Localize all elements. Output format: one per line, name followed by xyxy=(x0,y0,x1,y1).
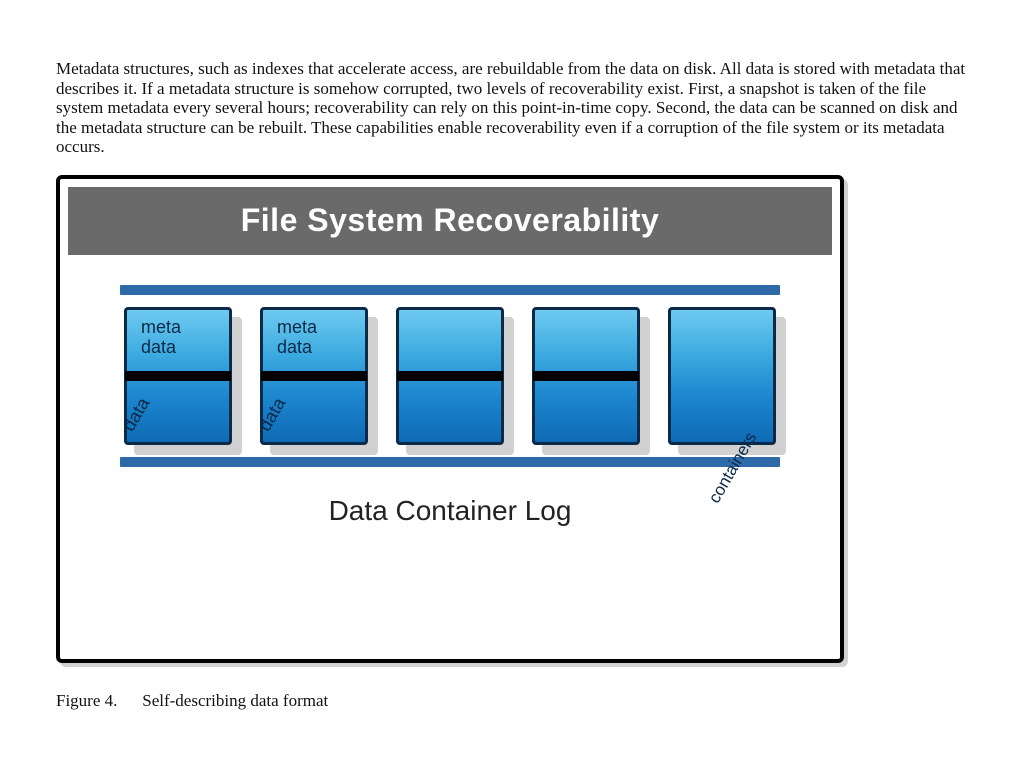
figure-wrapper: File System Recoverability metadatadatam… xyxy=(56,175,968,711)
figure-titlebar: File System Recoverability xyxy=(68,187,832,255)
container-box: containers xyxy=(668,307,776,445)
box-body xyxy=(396,307,504,445)
container-box: metadatadata xyxy=(260,307,368,445)
body-paragraph: Metadata structures, such as indexes tha… xyxy=(56,59,968,157)
figure-frame: File System Recoverability metadatadatam… xyxy=(56,175,844,663)
box-divider xyxy=(397,371,503,381)
log-caption: Data Container Log xyxy=(120,495,780,527)
box-label-meta-bottom: data xyxy=(141,338,176,356)
container-box xyxy=(396,307,504,445)
box-body xyxy=(532,307,640,445)
box-divider xyxy=(125,371,231,381)
figure-caption-text: Self-describing data format xyxy=(142,691,328,710)
container-box: metadatadata xyxy=(124,307,232,445)
top-rail xyxy=(120,285,780,295)
figure-title: File System Recoverability xyxy=(241,202,660,239)
bottom-rail xyxy=(120,457,780,467)
box-body: metadatadata xyxy=(124,307,232,445)
box-body: metadatadata xyxy=(260,307,368,445)
figure-caption-number: Figure 4. xyxy=(56,691,138,711)
box-label-data: data xyxy=(119,394,152,433)
box-divider xyxy=(261,371,367,381)
box-label-meta-top: meta xyxy=(277,318,317,336)
box-body: containers xyxy=(668,307,776,445)
box-label-data: data xyxy=(255,394,288,433)
container-box xyxy=(532,307,640,445)
data-container-log-diagram: meta data data meta data data containers Data … xyxy=(120,285,780,527)
container-boxes-row: meta data data meta data data containers xyxy=(120,307,780,445)
box-divider xyxy=(533,371,639,381)
figure-caption: Figure 4. Self-describing data format xyxy=(56,691,968,711)
box-label-meta-top: meta xyxy=(141,318,181,336)
box-label-meta-bottom: data xyxy=(277,338,312,356)
